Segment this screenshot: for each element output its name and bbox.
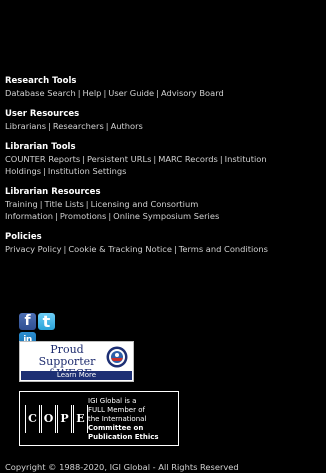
footer-link[interactable]: Database Search (5, 88, 76, 98)
footer-link[interactable]: Researchers (53, 121, 104, 131)
link-separator: | (156, 88, 159, 98)
footer-link[interactable]: Online Symposium Series (113, 211, 219, 221)
link-separator: | (77, 88, 81, 98)
footer-link[interactable]: Title Lists (45, 199, 84, 209)
cope-logo: C O P E (25, 405, 89, 433)
section-links: Librarians | Researchers | Authors (5, 120, 321, 132)
site-footer: Research Tools Database Search | Help | User … (5, 0, 321, 265)
footer-link[interactable]: Terms and Conditions (179, 244, 268, 254)
cope-membership-badge[interactable]: C O P E IGI Global is a FULL Member of t… (19, 391, 179, 446)
cope-letter-p: P (57, 405, 72, 433)
footer-link[interactable]: Training (5, 199, 38, 209)
footer-link[interactable]: Help (83, 88, 102, 98)
wfcf-learn-more[interactable]: Learn More (21, 371, 132, 380)
facebook-icon[interactable]: f (19, 313, 36, 330)
cope-description: IGI Global is a FULL Member of the Inter… (88, 397, 178, 442)
footer-link[interactable]: Institution Settings (48, 166, 127, 176)
wfcf-supporter-banner[interactable]: Proud Supporter of WFCF Learn More (19, 341, 134, 382)
section-title: User Resources (5, 109, 80, 119)
cope-letter-c: C (25, 405, 40, 433)
section-title: Librarian Tools (5, 142, 76, 152)
link-separator: | (173, 244, 177, 254)
section-title: Policies (5, 232, 42, 242)
top-spacer (5, 0, 321, 76)
cope-line-1: IGI Global is a (88, 397, 137, 405)
footer-sections: Research Tools Database Search | Help | User … (5, 76, 321, 255)
footer-link[interactable]: Librarians (5, 121, 46, 131)
footer-link[interactable]: User Guide (108, 88, 154, 98)
footer-link[interactable]: Authors (111, 121, 143, 131)
link-separator: | (43, 166, 46, 176)
link-separator: | (82, 154, 85, 164)
cope-line-3: the International (88, 415, 147, 423)
twitter-icon[interactable]: t (38, 313, 55, 330)
footer-link[interactable]: MARC Records (158, 154, 218, 164)
footer-section: Policies Privacy Policy | Cookie & Tracking… (5, 232, 321, 255)
footer-link[interactable]: Persistent URLs (87, 154, 151, 164)
link-separator: | (55, 211, 58, 221)
section-links: Privacy Policy | Cookie & Tracking Notice |… (5, 243, 321, 255)
footer-section: Librarian Tools COUNTER Reports | Persisten… (5, 142, 321, 177)
link-separator: | (39, 199, 43, 209)
section-links: Training | Title Lists | Licensing and Conso… (5, 198, 321, 222)
wfcf-seal-icon (106, 346, 128, 368)
cope-line-4: Committee on (88, 424, 144, 432)
footer-section: Librarian Resources Training | Title Lists |… (5, 187, 321, 222)
cope-line-5: Publication Ethics (88, 433, 159, 441)
section-links: Database Search | Help | User Guide | Advisory… (5, 87, 321, 99)
footer-link[interactable]: Privacy Policy (5, 244, 62, 254)
link-separator: | (85, 199, 89, 209)
link-separator: | (105, 121, 109, 131)
cope-letter-e: E (73, 405, 88, 433)
footer-section: Research Tools Database Search | Help | User … (5, 76, 321, 99)
cope-line-2: FULL Member of (88, 406, 145, 414)
footer-section: User Resources Librarians | Researchers | Aut… (5, 109, 321, 132)
copyright-notice: Copyright © 1988-2020, IGI Global - All … (5, 462, 239, 472)
link-separator: | (48, 121, 51, 131)
footer-link[interactable]: Cookie & Tracking Notice (68, 244, 172, 254)
section-links: COUNTER Reports | Persistent URLs | MARC Rec… (5, 153, 321, 177)
footer-link[interactable]: Advisory Board (161, 88, 224, 98)
section-title: Librarian Resources (5, 187, 101, 197)
footer-link[interactable]: COUNTER Reports (5, 154, 80, 164)
section-title: Research Tools (5, 76, 77, 86)
wfcf-line-1: Proud Supporter (38, 343, 96, 368)
cope-letter-o: O (41, 405, 56, 433)
link-separator: | (219, 154, 223, 164)
footer-link[interactable]: Promotions (60, 211, 107, 221)
